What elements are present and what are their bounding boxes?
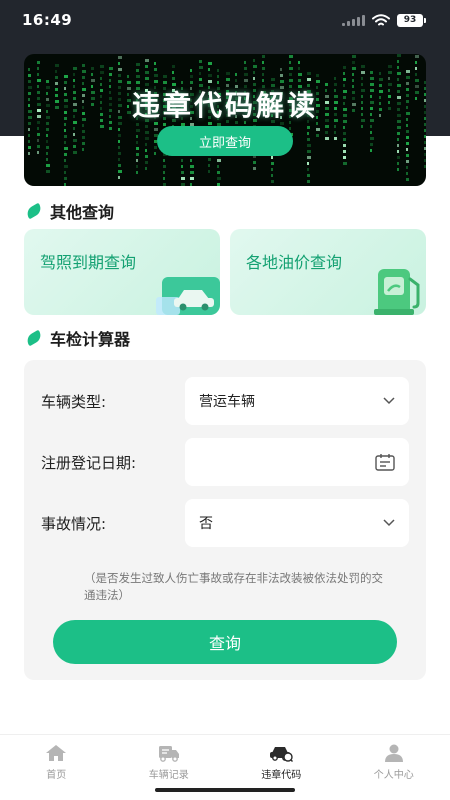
person-icon	[384, 744, 403, 762]
banner-title: 违章代码解读	[131, 89, 318, 122]
register-date-picker[interactable]	[185, 438, 409, 486]
tab-violation-code[interactable]: 违章代码	[225, 735, 338, 784]
wifi-icon	[372, 13, 390, 25]
status-icons: 93	[342, 13, 426, 27]
license-expiry-card[interactable]: 驾照到期查询	[24, 229, 220, 315]
register-date-row: 注册登记日期:	[24, 438, 426, 486]
accident-hint: （是否发生过致人伤亡事故或存在非法改装被依法处罚的交通违法）	[84, 571, 383, 602]
leaf-icon	[24, 202, 44, 220]
tab-violation-code-label: 违章代码	[261, 770, 302, 781]
car-icon	[156, 277, 220, 315]
inspection-calculator-panel: 车辆类型: 营运车辆 注册登记日期: 事故情况: 否 （是否发生过致人伤亡事故或…	[24, 360, 426, 680]
submit-query-button[interactable]: 查询	[53, 620, 397, 664]
leaf-icon	[24, 329, 44, 347]
accident-select[interactable]: 否	[185, 499, 409, 547]
violation-code-banner[interactable]: 违章代码解读 立即查询	[24, 54, 426, 186]
tab-profile[interactable]: 个人中心	[338, 735, 450, 784]
accident-label: 事故情况:	[41, 515, 107, 533]
car-code-icon	[270, 747, 294, 762]
home-indicator	[155, 788, 295, 792]
fuel-pump-icon	[374, 269, 420, 315]
other-query-heading: 其他查询	[24, 199, 115, 223]
tab-home-label: 首页	[46, 770, 67, 781]
battery-icon: 93	[397, 13, 426, 27]
accident-row: 事故情况: 否	[24, 499, 426, 547]
accident-value: 否	[199, 516, 213, 532]
calculator-heading: 车检计算器	[24, 326, 131, 350]
signal-icon	[342, 14, 365, 26]
calendar-icon	[375, 454, 395, 471]
other-query-title: 其他查询	[50, 203, 115, 222]
vehicle-type-value: 营运车辆	[199, 394, 255, 410]
status-time: 16:49	[22, 11, 73, 29]
calculator-title: 车检计算器	[50, 330, 131, 349]
battery-level: 93	[397, 13, 423, 27]
query-now-button[interactable]: 立即查询	[157, 126, 293, 156]
tab-vehicle-records-label: 车辆记录	[148, 770, 189, 781]
tab-home[interactable]: 首页	[0, 735, 113, 784]
fuel-price-label: 各地油价查询	[246, 253, 343, 272]
license-expiry-label: 驾照到期查询	[40, 253, 137, 272]
home-icon	[46, 745, 67, 761]
tab-vehicle-records[interactable]: 车辆记录	[113, 735, 226, 784]
vehicle-type-select[interactable]: 营运车辆	[185, 377, 409, 425]
truck-record-icon	[158, 746, 179, 762]
register-date-label: 注册登记日期:	[41, 454, 137, 472]
chevron-down-icon	[383, 397, 395, 405]
tab-profile-label: 个人中心	[373, 770, 414, 781]
status-bar: 16:49 93	[0, 0, 450, 40]
vehicle-type-row: 车辆类型: 营运车辆	[24, 377, 426, 425]
vehicle-type-label: 车辆类型:	[41, 393, 107, 411]
fuel-price-card[interactable]: 各地油价查询	[230, 229, 426, 315]
bottom-tab-bar: 首页 车辆记录 违章代码 个人中心	[0, 734, 450, 784]
chevron-down-icon	[383, 519, 395, 527]
